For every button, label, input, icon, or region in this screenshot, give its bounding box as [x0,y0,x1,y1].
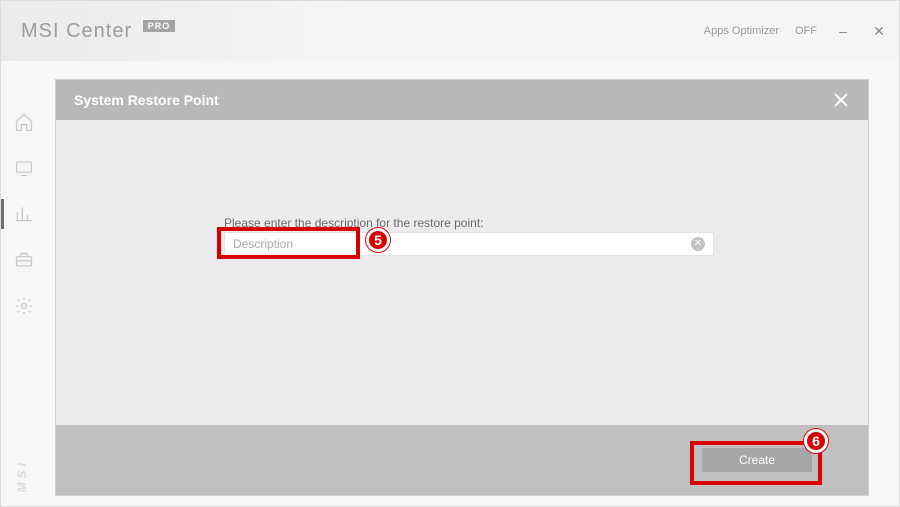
clear-icon[interactable]: ✕ [691,237,705,251]
title-bar: MSI Center PRO Apps Optimizer OFF – ✕ [1,1,899,61]
modal-header: System Restore Point [56,80,868,120]
apps-optimizer-label: Apps Optimizer [704,25,779,37]
apps-optimizer-state[interactable]: OFF [795,25,817,37]
brand-vertical: MSI [15,459,29,492]
create-button[interactable]: Create [702,448,812,472]
app-brand: MSI Center PRO [21,20,175,43]
gear-icon[interactable] [13,295,35,317]
titlebar-right: Apps Optimizer OFF – ✕ [704,21,889,41]
description-input-row: ✕ [224,232,714,256]
description-prompt: Please enter the description for the res… [224,216,483,230]
home-icon[interactable] [13,111,35,133]
graph-icon[interactable] [13,203,35,225]
modal-body: Please enter the description for the res… [56,120,868,425]
toolbox-icon[interactable] [13,249,35,271]
restore-point-modal: System Restore Point Please enter the de… [55,79,869,496]
modal-footer: Create 6 [56,425,868,495]
description-input[interactable] [233,237,691,251]
close-icon[interactable] [832,91,850,109]
brand-text: MSI Center [21,20,132,42]
brand-badge: PRO [143,20,176,32]
side-nav: MSI [1,61,47,506]
minimize-button[interactable]: – [833,21,853,41]
monitor-icon[interactable] [13,157,35,179]
close-window-button[interactable]: ✕ [869,21,889,41]
modal-title: System Restore Point [74,92,219,108]
